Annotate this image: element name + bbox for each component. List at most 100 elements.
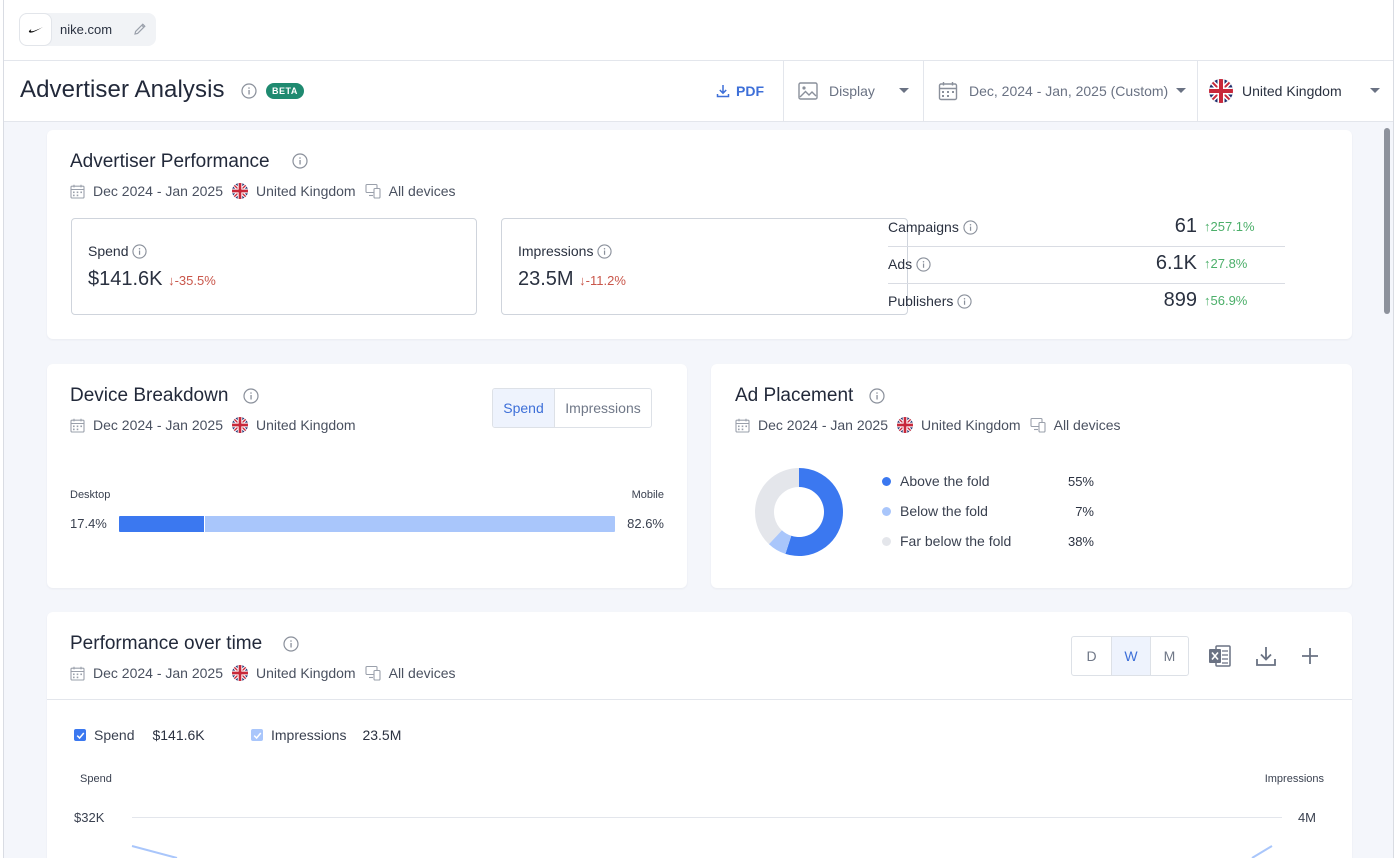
chevron-down-icon — [899, 88, 909, 93]
devices-icon — [1030, 417, 1046, 433]
granularity-month[interactable]: M — [1150, 637, 1188, 675]
calendar-icon — [938, 82, 958, 101]
toggle-spend[interactable]: Spend — [493, 389, 554, 427]
domain-name: nike.com — [60, 22, 113, 37]
stat-row-campaigns: Campaigns 61 ↑257.1% — [888, 210, 1285, 247]
card-meta: Dec 2024 - Jan 2025 United Kingdom — [70, 417, 356, 433]
device-breakdown-card: Device Breakdown Dec 2024 - Jan 2025 Uni… — [47, 364, 687, 588]
date-range-select[interactable]: Dec, 2024 - Jan, 2025 (Custom) — [938, 61, 1200, 121]
info-icon[interactable] — [869, 388, 885, 409]
ad-placement-card: Ad Placement Dec 2024 - Jan 2025 United … — [711, 364, 1352, 588]
header-divider — [1197, 61, 1198, 121]
granularity-week[interactable]: W — [1111, 637, 1150, 675]
card-title: Device Breakdown — [70, 385, 229, 406]
legend-item: Above the fold — [882, 473, 990, 489]
legend-label: Above the fold — [900, 473, 990, 489]
stat-value: 6.1K — [1155, 252, 1197, 274]
info-icon — [963, 219, 978, 235]
series-total: $141.6K — [152, 727, 205, 743]
series-label: Impressions — [271, 727, 347, 743]
info-icon[interactable] — [283, 636, 299, 657]
mobile-bar-segment[interactable] — [205, 516, 615, 532]
uk-flag-icon — [231, 183, 248, 199]
uk-flag-icon — [231, 417, 248, 433]
card-meta: Dec 2024 - Jan 2025 United Kingdom All d… — [70, 665, 456, 681]
desktop-percent: 17.4% — [70, 516, 107, 531]
impressions-change: ↓-11.2% — [579, 273, 626, 288]
stat-change-text: 27.8% — [1210, 256, 1248, 271]
devices-text: All devices — [1053, 417, 1121, 433]
trend-lines — [131, 845, 1273, 858]
date-range-value: Dec, 2024 - Jan, 2025 (Custom) — [969, 83, 1169, 99]
stat-row-publishers: Publishers 899 ↑56.9% — [888, 284, 1285, 321]
calendar-icon — [70, 666, 85, 681]
series-toggle-spend[interactable]: Spend $141.6K — [74, 727, 205, 743]
stat-change: ↑56.9% — [1204, 293, 1248, 308]
checkbox-checked-icon[interactable] — [251, 729, 263, 741]
impressions-value-text: 23.5M — [518, 268, 574, 290]
header-divider — [783, 61, 784, 121]
header-divider — [923, 61, 924, 121]
info-icon[interactable] — [241, 83, 257, 104]
impressions-label: Impressions — [518, 243, 613, 259]
granularity-toggle: D W M — [1071, 636, 1189, 676]
devices-text: All devices — [388, 665, 456, 681]
image-icon — [798, 82, 818, 100]
desktop-bar-segment[interactable] — [119, 516, 206, 532]
stat-label-text: Publishers — [888, 293, 954, 309]
legend-label: Far below the fold — [900, 533, 1012, 549]
excel-export-icon[interactable] — [1207, 643, 1233, 669]
mobile-percent: 82.6% — [627, 516, 664, 531]
devices-icon — [365, 183, 381, 199]
legend-dot — [882, 536, 891, 546]
right-axis-title: Impressions — [1264, 773, 1324, 785]
domain-selector[interactable]: nike.com — [19, 13, 156, 46]
date-text: Dec 2024 - Jan 2025 — [93, 665, 223, 681]
legend-dot — [882, 476, 891, 486]
checkbox-checked-icon[interactable] — [74, 729, 86, 741]
info-icon[interactable] — [243, 388, 259, 409]
spend-label: Spend — [88, 243, 148, 259]
date-text: Dec 2024 - Jan 2025 — [758, 417, 888, 433]
legend-label: Below the fold — [900, 503, 988, 519]
info-icon — [132, 243, 148, 259]
desktop-label: Desktop — [70, 489, 111, 501]
country-text: United Kingdom — [255, 417, 356, 433]
add-icon[interactable] — [1297, 643, 1323, 669]
ad-type-select[interactable]: Display — [798, 61, 923, 121]
left-axis-tick: $32K — [74, 810, 105, 825]
country-value: United Kingdom — [1242, 83, 1342, 99]
device-split-bar — [119, 516, 615, 532]
info-icon[interactable] — [292, 153, 308, 174]
spend-change: ↓-35.5% — [168, 273, 216, 288]
toggle-impressions[interactable]: Impressions — [554, 389, 651, 427]
stat-change-text: 257.1% — [1210, 219, 1255, 234]
chevron-down-icon — [1370, 88, 1380, 93]
uk-flag-icon — [231, 665, 248, 681]
page-title: Advertiser Analysis — [20, 76, 225, 103]
country-select[interactable]: United Kingdom — [1209, 61, 1389, 121]
gridline — [132, 817, 1282, 818]
series-toggle-impressions[interactable]: Impressions 23.5M — [251, 727, 401, 743]
edit-pencil-icon[interactable] — [132, 21, 148, 42]
domain-bar: nike.com — [4, 0, 1393, 61]
donut-slice[interactable] — [755, 468, 799, 545]
placement-donut-chart — [755, 468, 843, 556]
spend-change-text: -35.5% — [174, 273, 216, 288]
right-axis-tick: 4M — [1297, 810, 1316, 825]
info-icon — [597, 243, 613, 259]
stat-change-text: 56.9% — [1210, 293, 1248, 308]
pdf-export-button[interactable]: PDF — [716, 61, 784, 121]
devices-text: All devices — [388, 183, 456, 199]
impressions-metric: Impressions 23.5M ↓-11.2% — [501, 218, 908, 315]
app-frame: nike.com Advertiser Analysis BETA PDF Di… — [3, 0, 1394, 858]
country-text: United Kingdom — [255, 665, 356, 681]
card-title: Ad Placement — [735, 385, 854, 406]
download-icon[interactable] — [1253, 643, 1279, 669]
scrollbar-thumb[interactable] — [1384, 128, 1390, 314]
spend-label-text: Spend — [88, 243, 129, 259]
stat-label: Campaigns — [888, 219, 978, 235]
uk-flag-icon — [896, 417, 913, 433]
granularity-day[interactable]: D — [1072, 637, 1111, 675]
uk-flag-icon — [1209, 79, 1233, 103]
